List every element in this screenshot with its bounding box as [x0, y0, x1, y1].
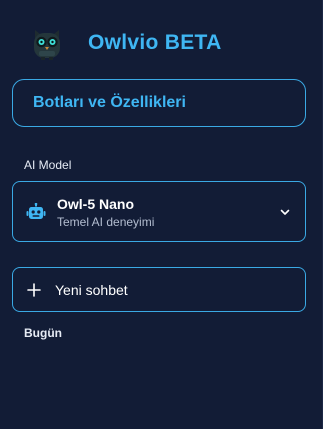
new-chat-label: Yeni sohbet	[55, 281, 128, 298]
model-name: Owl-5 Nano	[57, 196, 135, 212]
new-chat-button[interactable]: Yeni sohbet	[12, 267, 306, 312]
bots-and-features-button[interactable]: Botları ve Özellikleri	[12, 79, 306, 127]
ai-model-label: AI Model	[24, 158, 72, 172]
sidebar: Owlvio BETA Botları ve Özellikleri AI Mo…	[0, 0, 323, 429]
plus-icon	[27, 282, 41, 297]
robot-icon	[26, 203, 46, 219]
history-today-label: Bugün	[24, 326, 62, 340]
chevron-down-icon	[280, 209, 290, 215]
owl-logo-icon	[34, 30, 60, 60]
model-selector[interactable]: Owl-5 Nano Temel AI deneyimi	[12, 181, 306, 242]
brand-header: Owlvio BETA	[30, 24, 222, 62]
model-description: Temel AI deneyimi	[57, 215, 155, 229]
brand-title: Owlvio BETA	[88, 31, 222, 54]
